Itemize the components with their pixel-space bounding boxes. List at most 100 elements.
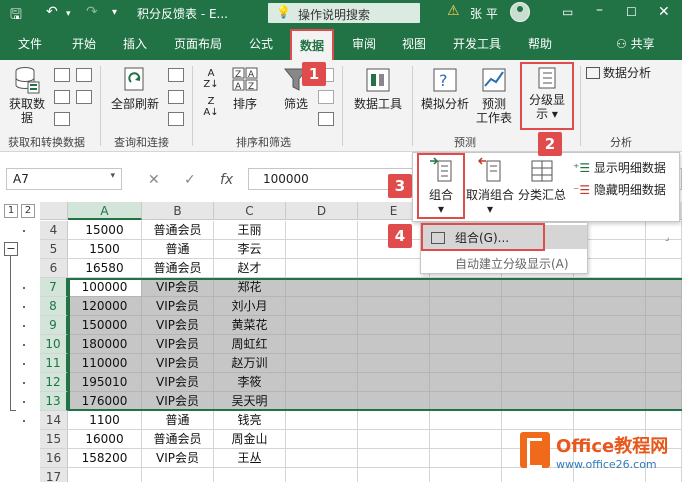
undo-icon[interactable]: ↶ <box>46 4 58 20</box>
cell[interactable] <box>358 449 430 468</box>
cell[interactable] <box>502 278 574 297</box>
tab-formulas[interactable]: 公式 <box>249 35 273 52</box>
chevron-down-icon[interactable]: ▾ <box>110 171 115 181</box>
ungroup-button[interactable]: 取消组合 ▾ <box>465 157 515 216</box>
from-web-icon[interactable] <box>54 90 70 104</box>
cell[interactable]: 王丽 <box>214 221 286 240</box>
cell[interactable] <box>502 354 574 373</box>
tab-data[interactable]: 数据 <box>290 29 335 60</box>
outline-level-2-button[interactable]: 2 <box>21 204 35 218</box>
cell[interactable] <box>68 468 142 482</box>
advanced-filter-icon[interactable] <box>318 112 334 126</box>
cell[interactable] <box>358 411 430 430</box>
recent-sources-icon[interactable] <box>76 68 92 82</box>
cell[interactable] <box>430 335 502 354</box>
cell[interactable] <box>574 392 646 411</box>
cell[interactable] <box>646 354 682 373</box>
customize-quick-access-icon[interactable]: ▾ <box>112 7 117 18</box>
cell[interactable] <box>502 392 574 411</box>
cell[interactable]: 1100 <box>68 411 142 430</box>
tell-me-search[interactable]: 💡 操作说明搜索 <box>268 3 420 23</box>
refresh-all-button[interactable]: 全部刷新 <box>108 66 162 111</box>
cell[interactable] <box>286 468 358 482</box>
properties-icon[interactable] <box>168 90 184 104</box>
cell[interactable] <box>646 278 682 297</box>
row-header[interactable]: 16 <box>40 449 68 468</box>
row-header[interactable]: 13 <box>40 392 68 411</box>
cell[interactable] <box>502 335 574 354</box>
row-header[interactable]: 14 <box>40 411 68 430</box>
cell[interactable] <box>430 354 502 373</box>
cell[interactable] <box>286 411 358 430</box>
auto-outline-menu-item[interactable]: 自动建立分级显示(A) <box>455 255 569 272</box>
minimize-icon[interactable]: – <box>596 2 603 18</box>
cell[interactable]: 郑花 <box>214 278 286 297</box>
row-header[interactable]: 15 <box>40 430 68 449</box>
cell[interactable]: 176000 <box>68 392 142 411</box>
cell[interactable] <box>646 392 682 411</box>
cell[interactable]: VIP会员 <box>142 449 214 468</box>
column-header-c[interactable]: C <box>214 202 286 220</box>
cell[interactable] <box>502 297 574 316</box>
from-table-icon[interactable] <box>54 112 70 126</box>
warning-icon[interactable]: ⚠ <box>447 3 460 19</box>
cell[interactable]: 普通 <box>142 411 214 430</box>
cell[interactable] <box>286 354 358 373</box>
select-all-corner[interactable] <box>40 202 68 220</box>
tab-file[interactable]: 文件 <box>18 35 42 52</box>
sort-descending-button[interactable]: Z A↓ <box>202 96 220 118</box>
cell[interactable] <box>286 449 358 468</box>
row-header[interactable]: 12 <box>40 373 68 392</box>
what-if-analysis-button[interactable]: ? 模拟分析 <box>418 66 472 111</box>
maximize-icon[interactable]: ☐ <box>626 5 637 19</box>
insert-function-icon[interactable]: fx <box>220 172 233 188</box>
cell[interactable]: 15000 <box>68 221 142 240</box>
edit-links-icon[interactable] <box>168 112 184 126</box>
tab-page-layout[interactable]: 页面布局 <box>174 35 222 52</box>
cell[interactable] <box>286 335 358 354</box>
cell[interactable]: 普通 <box>142 240 214 259</box>
close-icon[interactable]: ✕ <box>658 4 670 20</box>
cell[interactable]: 李筱 <box>214 373 286 392</box>
redo-icon[interactable]: ↷ <box>86 4 98 20</box>
dialog-launcher-icon[interactable]: ⌟ <box>665 233 669 243</box>
cell[interactable]: VIP会员 <box>142 297 214 316</box>
row-header[interactable]: 8 <box>40 297 68 316</box>
cell[interactable]: 王丛 <box>214 449 286 468</box>
cell[interactable]: 158200 <box>68 449 142 468</box>
cell[interactable] <box>574 354 646 373</box>
cell[interactable]: 吴天明 <box>214 392 286 411</box>
cell[interactable] <box>286 297 358 316</box>
cell[interactable]: 刘小月 <box>214 297 286 316</box>
cell[interactable] <box>574 316 646 335</box>
cell[interactable]: VIP会员 <box>142 335 214 354</box>
tab-help[interactable]: 帮助 <box>528 35 552 52</box>
data-analysis-button[interactable]: 数据分析 <box>586 66 682 80</box>
row-header[interactable]: 7 <box>40 278 68 297</box>
sort-button[interactable]: ZAAZ 排序 <box>228 66 262 111</box>
reapply-icon[interactable] <box>318 90 334 104</box>
row-header[interactable]: 9 <box>40 316 68 335</box>
cell[interactable]: VIP会员 <box>142 373 214 392</box>
data-tools-button[interactable]: 数据工具 <box>350 66 406 111</box>
sort-ascending-button[interactable]: A Z↓ <box>202 68 220 90</box>
cancel-icon[interactable]: ✕ <box>148 172 160 188</box>
cell[interactable] <box>358 373 430 392</box>
tab-insert[interactable]: 插入 <box>123 35 147 52</box>
cell[interactable] <box>286 392 358 411</box>
hide-detail-button[interactable]: ⁻☰ 隐藏明细数据 <box>573 181 666 198</box>
cell[interactable] <box>358 430 430 449</box>
cell[interactable]: 普通会员 <box>142 430 214 449</box>
existing-connections-icon[interactable] <box>76 90 92 104</box>
cell[interactable] <box>286 278 358 297</box>
share-button[interactable]: ⚇ 共享 <box>616 35 655 52</box>
cell[interactable] <box>574 297 646 316</box>
cell[interactable] <box>358 278 430 297</box>
cell[interactable]: 周虹红 <box>214 335 286 354</box>
cell[interactable] <box>430 468 502 482</box>
tab-review[interactable]: 审阅 <box>352 35 376 52</box>
cell[interactable] <box>358 335 430 354</box>
cell[interactable] <box>286 221 358 240</box>
column-header-b[interactable]: B <box>142 202 214 220</box>
cell[interactable] <box>286 259 358 278</box>
